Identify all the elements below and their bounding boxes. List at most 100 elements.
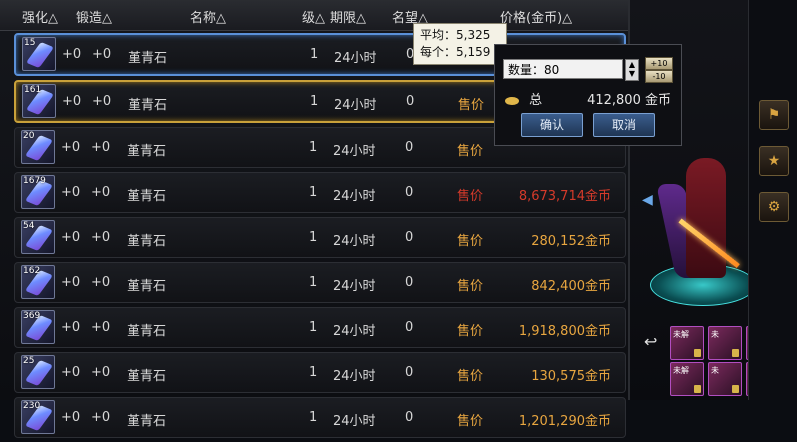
inventory-slot[interactable]: 未解 <box>670 362 704 396</box>
sort-forge[interactable]: 锻造△ <box>76 7 112 26</box>
slot-label: 未解 <box>673 366 689 375</box>
forge-value: +0 <box>91 275 111 290</box>
gem-icon: 1679 <box>21 175 55 209</box>
gem-icon: 230 <box>21 400 55 434</box>
increase-10-button[interactable]: +10 <box>645 57 673 70</box>
lock-icon <box>694 385 701 393</box>
total-price: 总 412,800 金币 <box>505 89 675 108</box>
item-reputation: 0 <box>405 365 414 380</box>
item-duration: 24小时 <box>334 98 377 113</box>
table-row[interactable]: 369 +0 +0 堇青石 1 24小时 0 售价 1,918,800金币 <box>14 307 626 348</box>
item-name: 堇青石 <box>128 98 168 113</box>
cancel-button[interactable]: 取消 <box>593 113 655 137</box>
item-name: 堇青石 <box>127 324 167 339</box>
tooltip-average: 平均：5,325 <box>420 28 491 42</box>
item-price: 842,400金币 <box>531 279 611 294</box>
item-reputation: 0 <box>405 275 414 290</box>
forge-value: +0 <box>91 320 111 335</box>
inventory-slot[interactable]: 未 <box>708 362 742 396</box>
price-label: 售价 <box>457 234 484 249</box>
item-duration: 24小时 <box>333 414 376 429</box>
inventory-slot[interactable]: 未解 <box>670 326 704 360</box>
item-level: 1 <box>309 140 318 155</box>
quantity-input[interactable]: 数量：80 <box>503 59 623 79</box>
lock-icon <box>694 349 701 357</box>
price-tooltip: 平均：5,325 每个：5,159 <box>413 23 507 65</box>
item-reputation: 0 <box>405 410 414 425</box>
stack-count: 54 <box>23 221 35 231</box>
item-level: 1 <box>310 94 319 109</box>
table-row[interactable]: 54 +0 +0 堇青石 1 24小时 0 售价 280,152金币 <box>14 217 626 258</box>
stack-count: 369 <box>23 311 41 321</box>
table-row[interactable]: 230 +0 +0 堇青石 1 24小时 0 售价 1,201,290金币 <box>14 397 626 438</box>
forge-value: +0 <box>92 94 112 109</box>
item-reputation: 0 <box>405 140 414 155</box>
price-label: 售价 <box>457 324 484 339</box>
sort-enhance[interactable]: 强化△ <box>22 7 58 26</box>
enhance-value: +0 <box>61 140 81 155</box>
character-preview <box>642 148 762 308</box>
item-level: 1 <box>309 230 318 245</box>
item-name: 堇青石 <box>127 189 167 204</box>
tab-gear-icon[interactable]: ⚙ <box>759 192 789 222</box>
enhance-value: +0 <box>61 230 81 245</box>
confirm-button[interactable]: 确认 <box>521 113 583 137</box>
item-level: 1 <box>309 365 318 380</box>
sort-duration[interactable]: 期限△ <box>330 7 366 26</box>
gem-icon: 54 <box>21 220 55 254</box>
gem-icon: 25 <box>21 355 55 389</box>
sort-price[interactable]: 价格(金币)△ <box>500 7 572 26</box>
inventory-slot[interactable]: 未 <box>708 326 742 360</box>
stack-count: 15 <box>24 38 36 48</box>
item-duration: 24小时 <box>333 324 376 339</box>
character-figure <box>686 158 726 278</box>
buy-quantity-dialog: 数量：80 ▲ ▼ +10 -10 总 412,800 金币 确认 取消 <box>494 44 682 146</box>
item-level: 1 <box>309 410 318 425</box>
enhance-value: +0 <box>61 185 81 200</box>
quantity-spinner[interactable]: ▲ ▼ <box>625 59 639 81</box>
table-row[interactable]: 25 +0 +0 堇青石 1 24小时 0 售价 130,575金币 <box>14 352 626 393</box>
table-row[interactable]: 1679 +0 +0 堇青石 1 24小时 0 售价 8,673,714金币 <box>14 172 626 213</box>
total-value: 412,800 金币 <box>587 93 671 108</box>
slot-label: 未 <box>711 330 719 339</box>
forge-value: +0 <box>91 410 111 425</box>
forge-value: +0 <box>91 185 111 200</box>
tab-item-icon[interactable]: ⚑ <box>759 100 789 130</box>
sort-level[interactable]: 级△ <box>302 7 325 26</box>
slot-label: 未 <box>711 366 719 375</box>
enhance-value: +0 <box>61 410 81 425</box>
item-price: 1,918,800金币 <box>518 324 611 339</box>
return-icon[interactable]: ↩ <box>644 332 657 351</box>
table-row[interactable]: 162 +0 +0 堇青石 1 24小时 0 售价 842,400金币 <box>14 262 626 303</box>
lock-icon <box>732 349 739 357</box>
sort-name[interactable]: 名称△ <box>190 7 226 26</box>
item-level: 1 <box>309 185 318 200</box>
item-reputation: 0 <box>405 230 414 245</box>
decrease-10-button[interactable]: -10 <box>645 70 673 83</box>
item-duration: 24小时 <box>334 51 377 66</box>
item-reputation: 0 <box>406 94 415 109</box>
item-duration: 24小时 <box>333 144 376 159</box>
enhance-value: +0 <box>61 320 81 335</box>
gem-icon: 20 <box>21 130 55 164</box>
item-price: 8,673,714金币 <box>518 189 611 204</box>
column-header: 强化△ 锻造△ 名称△ 级△ 期限△ 名望△ 价格(金币)△ <box>0 0 628 31</box>
gem-icon: 15 <box>22 37 56 71</box>
stack-count: 162 <box>23 266 41 276</box>
item-price: 280,152金币 <box>531 234 611 249</box>
tab-star-icon[interactable]: ★ <box>759 146 789 176</box>
gem-icon: 162 <box>21 265 55 299</box>
tooltip-each: 每个：5,159 <box>420 45 491 59</box>
price-label: 售价 <box>457 144 484 159</box>
item-name: 堇青石 <box>127 144 167 159</box>
enhance-value: +0 <box>61 275 81 290</box>
stack-count: 20 <box>23 131 35 141</box>
item-name: 堇青石 <box>127 369 167 384</box>
forge-value: +0 <box>91 365 111 380</box>
price-label: 售价 <box>457 279 484 294</box>
gem-icon: 161 <box>22 84 56 118</box>
item-name: 堇青石 <box>127 279 167 294</box>
item-level: 1 <box>309 275 318 290</box>
item-duration: 24小时 <box>333 369 376 384</box>
item-duration: 24小时 <box>333 189 376 204</box>
